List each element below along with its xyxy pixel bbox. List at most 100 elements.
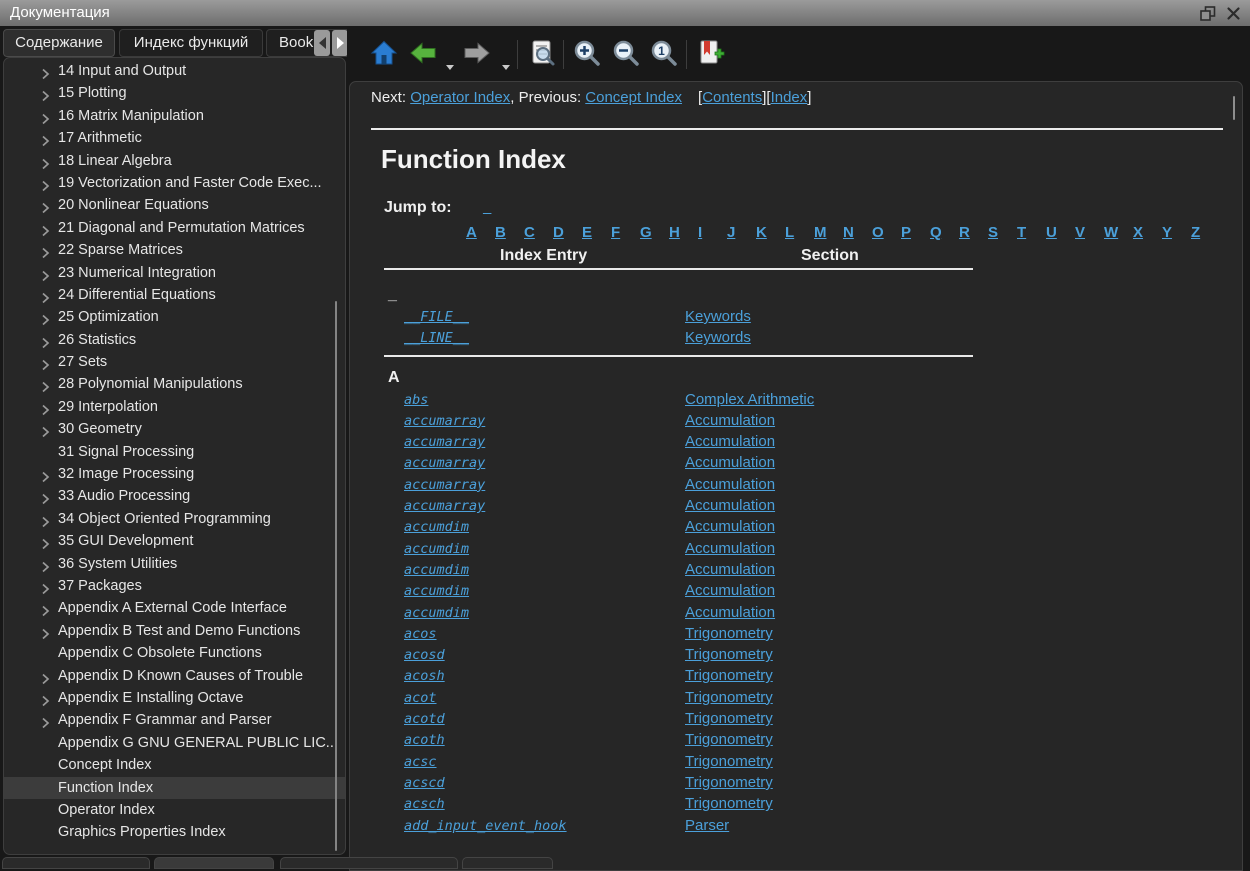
section-link[interactable]: Accumulation (685, 431, 775, 452)
tree-item[interactable]: Appendix G GNU GENERAL PUBLIC LIC... (4, 732, 345, 754)
function-link[interactable]: acotd (404, 711, 445, 727)
section-link[interactable]: Trigonometry (685, 644, 773, 665)
section-link[interactable]: Accumulation (685, 452, 775, 473)
function-link[interactable]: accumarray (404, 434, 485, 450)
bottom-dock-tab-stub[interactable] (154, 857, 274, 869)
restore-window-button[interactable] (1198, 5, 1218, 22)
tree-item[interactable]: Appendix A External Code Interface (4, 597, 345, 619)
jump-letter-link[interactable]: V (1075, 224, 1100, 241)
tree-item[interactable]: 25 Optimization (4, 306, 345, 328)
bottom-dock-tab-stub[interactable] (280, 857, 458, 869)
zoom-in-button[interactable] (572, 38, 604, 70)
jump-letter-link[interactable]: R (959, 224, 984, 241)
tree-item[interactable]: 16 Matrix Manipulation (4, 105, 345, 127)
jump-letter-link[interactable]: U (1046, 224, 1071, 241)
tree-item[interactable]: Appendix D Known Causes of Trouble (4, 665, 345, 687)
back-button[interactable] (408, 38, 440, 70)
content-scrollbar[interactable] (1233, 96, 1235, 120)
tree-item[interactable]: 21 Diagonal and Permutation Matrices (4, 217, 345, 239)
jump-letter-link[interactable]: B (495, 224, 520, 241)
jump-letter-link[interactable]: F (611, 224, 636, 241)
jump-letter-link[interactable]: W (1104, 224, 1129, 241)
doc-panel-tab[interactable]: Содержание (3, 29, 115, 57)
function-link[interactable]: acot (404, 690, 437, 706)
function-link[interactable]: acos (404, 626, 437, 642)
tree-item[interactable]: Appendix E Installing Octave (4, 687, 345, 709)
section-link[interactable]: Trigonometry (685, 623, 773, 644)
section-link[interactable]: Accumulation (685, 580, 775, 601)
tree-item[interactable]: 19 Vectorization and Faster Code Exec... (4, 172, 345, 194)
function-link[interactable]: acscd (404, 775, 445, 791)
function-link[interactable]: acosd (404, 647, 445, 663)
tree-item[interactable]: 27 Sets (4, 351, 345, 373)
section-link[interactable]: Accumulation (685, 538, 775, 559)
section-link[interactable]: Complex Arithmetic (685, 389, 814, 410)
function-link[interactable]: add_input_event_hook (404, 818, 567, 834)
jump-letter-link[interactable]: K (756, 224, 781, 241)
tree-item[interactable]: 22 Sparse Matrices (4, 239, 345, 261)
tree-item[interactable]: Appendix F Grammar and Parser (4, 709, 345, 731)
tree-item[interactable]: 33 Audio Processing (4, 485, 345, 507)
section-link[interactable]: Accumulation (685, 495, 775, 516)
find-in-page-button[interactable] (527, 38, 559, 70)
forward-button[interactable] (462, 38, 494, 70)
function-link[interactable]: __LINE__ (404, 330, 469, 346)
function-link[interactable]: accumdim (404, 519, 469, 535)
tab-scroll-left-button[interactable] (314, 30, 330, 56)
jump-letter-link[interactable]: D (553, 224, 578, 241)
tree-item[interactable]: Graphics Properties Index (4, 821, 345, 843)
section-link[interactable]: Keywords (685, 306, 751, 327)
section-link[interactable]: Trigonometry (685, 665, 773, 686)
section-link[interactable]: Trigonometry (685, 793, 773, 814)
function-link[interactable]: __FILE__ (404, 309, 469, 325)
tree-item[interactable]: 32 Image Processing (4, 463, 345, 485)
tree-item[interactable]: Function Index (4, 777, 345, 799)
tree-item[interactable]: 26 Statistics (4, 329, 345, 351)
function-link[interactable]: acsch (404, 796, 445, 812)
tree-item[interactable]: Concept Index (4, 754, 345, 776)
jump-letter-link[interactable]: P (901, 224, 926, 241)
tree-item[interactable]: Appendix C Obsolete Functions (4, 642, 345, 664)
section-link[interactable]: Trigonometry (685, 772, 773, 793)
section-link[interactable]: Trigonometry (685, 687, 773, 708)
section-link[interactable]: Accumulation (685, 602, 775, 623)
jump-letter-link[interactable]: H (669, 224, 694, 241)
jump-letter-link[interactable]: I (698, 224, 723, 241)
tree-item[interactable]: 23 Numerical Integration (4, 262, 345, 284)
nav-contents-link[interactable]: Contents (702, 89, 762, 106)
function-link[interactable]: accumarray (404, 477, 485, 493)
tree-item[interactable]: 34 Object Oriented Programming (4, 508, 345, 530)
doc-panel-tab[interactable]: Индекс функций (119, 29, 263, 57)
function-link[interactable]: acosh (404, 668, 445, 684)
jump-letter-link[interactable]: E (582, 224, 607, 241)
section-link[interactable]: Accumulation (685, 410, 775, 431)
tree-item[interactable]: 24 Differential Equations (4, 284, 345, 306)
function-link[interactable]: accumdim (404, 562, 469, 578)
tree-item[interactable]: 28 Polynomial Manipulations (4, 373, 345, 395)
function-link[interactable]: accumarray (404, 455, 485, 471)
nav-next-link[interactable]: Operator Index (410, 89, 510, 106)
tree-item[interactable]: 30 Geometry (4, 418, 345, 440)
jump-letter-link[interactable]: C (524, 224, 549, 241)
function-link[interactable]: acoth (404, 732, 445, 748)
jump-letter-link[interactable]: Q (930, 224, 955, 241)
function-link[interactable]: accumdim (404, 541, 469, 557)
nav-index-link[interactable]: Index (771, 89, 808, 106)
tree-item[interactable]: 36 System Utilities (4, 553, 345, 575)
tree-item[interactable]: 17 Arithmetic (4, 127, 345, 149)
add-bookmark-button[interactable] (696, 38, 728, 70)
jump-letter-link[interactable]: A (466, 224, 491, 241)
section-link[interactable]: Accumulation (685, 474, 775, 495)
home-button[interactable] (369, 38, 401, 70)
tree-item[interactable]: 15 Plotting (4, 82, 345, 104)
tree-item[interactable]: 14 Input and Output (4, 60, 345, 82)
jump-letter-link[interactable]: S (988, 224, 1013, 241)
tab-scroll-right-button[interactable] (332, 30, 347, 56)
function-link[interactable]: acsc (404, 754, 437, 770)
tree-item[interactable]: 37 Packages (4, 575, 345, 597)
nav-previous-link[interactable]: Concept Index (585, 89, 682, 106)
jump-underscore-link[interactable]: _ (483, 199, 491, 216)
tree-item[interactable]: 18 Linear Algebra (4, 150, 345, 172)
function-link[interactable]: abs (404, 392, 428, 408)
tree-item[interactable]: 35 GUI Development (4, 530, 345, 552)
